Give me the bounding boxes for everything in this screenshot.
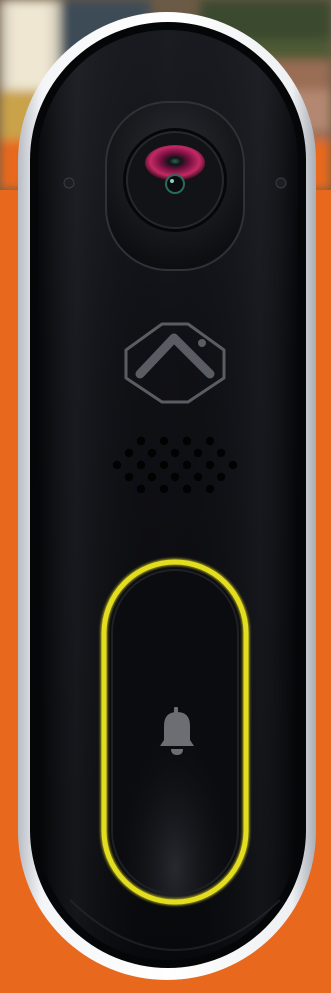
left-sensor-dot [63, 177, 75, 189]
doorbell-photo [0, 0, 331, 993]
doorbell-device [18, 12, 316, 980]
right-sensor-dot [275, 177, 287, 189]
camera-lens-icon [105, 101, 245, 271]
